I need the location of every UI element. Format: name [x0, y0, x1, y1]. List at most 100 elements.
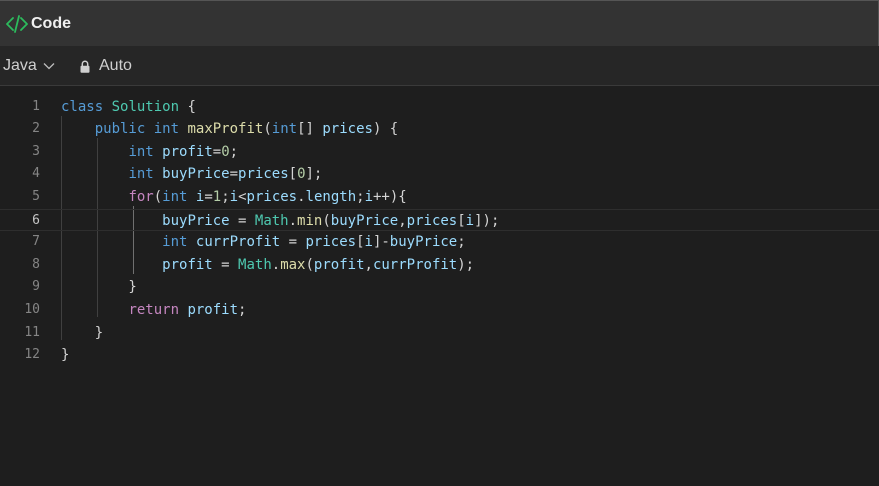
code-line[interactable]: 2 public int maxProfit(int[] prices) { — [0, 118, 879, 141]
line-number: 6 — [32, 212, 40, 228]
line-number: 12 — [24, 347, 40, 363]
code-token: prices — [322, 121, 373, 138]
code-text: profit = Math.max(profit,currProfit); — [61, 254, 474, 276]
code-line[interactable]: 6 buyPrice = Math.min(buyPrice,prices[i]… — [0, 208, 879, 232]
code-line[interactable]: 7 int currProfit = prices[i]-buyPrice; — [0, 231, 879, 254]
code-token: = — [212, 143, 222, 160]
line-number: 8 — [32, 256, 40, 272]
code-token: ; — [229, 143, 239, 160]
code-token: [ — [288, 166, 298, 183]
code-line[interactable]: 10 return profit; — [0, 299, 879, 322]
code-line[interactable]: 11 } — [0, 322, 879, 345]
code-token: profit — [187, 301, 239, 318]
code-token: 0 — [221, 143, 230, 160]
code-text: for(int i=1;i<prices.length;i++){ — [61, 186, 406, 208]
line-number: 1 — [32, 98, 40, 114]
code-brackets-icon — [6, 15, 28, 33]
line-number: 3 — [32, 143, 40, 159]
code-token: 1 — [212, 188, 222, 205]
code-token: ) { — [372, 121, 399, 138]
code-token: < — [238, 188, 247, 205]
code-token: i — [229, 188, 239, 205]
code-token: prices — [305, 234, 357, 251]
code-token: length — [305, 188, 357, 205]
code-token: int — [162, 234, 188, 251]
line-number: 4 — [32, 166, 40, 182]
code-token: int — [162, 188, 188, 205]
code-token: ( — [263, 121, 272, 138]
auto-mode-label: Auto — [99, 57, 132, 74]
code-token: , — [398, 212, 407, 229]
code-token: 0 — [297, 166, 306, 183]
code-token: prices — [406, 212, 458, 229]
code-line[interactable]: 8 profit = Math.max(profit,currProfit); — [0, 254, 879, 277]
code-token: for — [128, 188, 154, 205]
code-token: ; — [221, 188, 230, 205]
code-token: currProfit — [372, 256, 458, 273]
code-text: public int maxProfit(int[] prices) { — [61, 118, 399, 140]
code-line[interactable]: 4 int buyPrice=prices[0]; — [0, 163, 879, 186]
auto-mode-indicator: Auto — [80, 55, 132, 77]
code-token: ); — [457, 256, 475, 273]
code-token: Solution — [111, 98, 180, 115]
code-token: profit — [162, 143, 213, 160]
code-token: = — [280, 234, 306, 251]
code-editor[interactable]: 1 class Solution { 2 public int maxProfit(… — [0, 86, 879, 486]
code-token: i — [465, 212, 475, 229]
code-token: public — [94, 121, 146, 138]
code-token: prices — [238, 166, 289, 183]
code-token: ; — [457, 234, 466, 251]
code-line[interactable]: 12} — [0, 344, 879, 367]
code-token: prices — [246, 188, 298, 205]
code-token: . — [297, 188, 306, 205]
code-token: ; — [356, 188, 365, 205]
code-token: i — [364, 188, 373, 205]
code-token: Math — [254, 212, 289, 229]
code-line[interactable]: 5 for(int i=1;i<prices.length;i++){ — [0, 186, 879, 209]
code-token: int — [153, 121, 180, 138]
code-line[interactable]: 9 } — [0, 276, 879, 299]
code-token: { — [179, 98, 196, 115]
code-text: int currProfit = prices[i]-buyPrice; — [61, 231, 466, 253]
editor-toolbar: Java Auto — [0, 46, 879, 86]
line-number: 2 — [32, 121, 40, 137]
line-number: 9 — [32, 279, 40, 295]
code-text: return profit; — [61, 299, 246, 321]
line-number: 7 — [32, 234, 40, 250]
code-token: buyPrice — [330, 212, 399, 229]
code-token: } — [61, 347, 70, 364]
code-token: buyPrice — [389, 234, 458, 251]
language-select[interactable]: Java — [3, 55, 55, 77]
code-token: int — [128, 166, 154, 183]
code-line[interactable]: 3 int profit=0; — [0, 141, 879, 164]
code-token: ]); — [474, 212, 500, 229]
code-token: ]- — [372, 234, 390, 251]
code-line[interactable]: 1 class Solution { — [0, 96, 879, 119]
code-token: [] — [297, 121, 323, 138]
code-token: [ — [457, 212, 466, 229]
code-token: maxProfit — [187, 121, 264, 138]
code-token: } — [61, 279, 137, 296]
code-token: = — [229, 166, 239, 183]
code-text: int profit=0; — [61, 141, 238, 163]
code-token: int — [128, 143, 154, 160]
code-token: buyPrice — [162, 166, 230, 183]
code-text: } — [61, 322, 103, 344]
code-token: max — [280, 256, 306, 273]
code-text: buyPrice = Math.min(buyPrice,prices[i]); — [61, 210, 499, 232]
language-label: Java — [3, 57, 37, 74]
code-token: min — [297, 212, 323, 229]
code-token: buyPrice — [162, 212, 230, 229]
code-token: . — [271, 256, 281, 273]
code-token: } — [61, 324, 104, 341]
code-token: ]; — [305, 166, 323, 183]
